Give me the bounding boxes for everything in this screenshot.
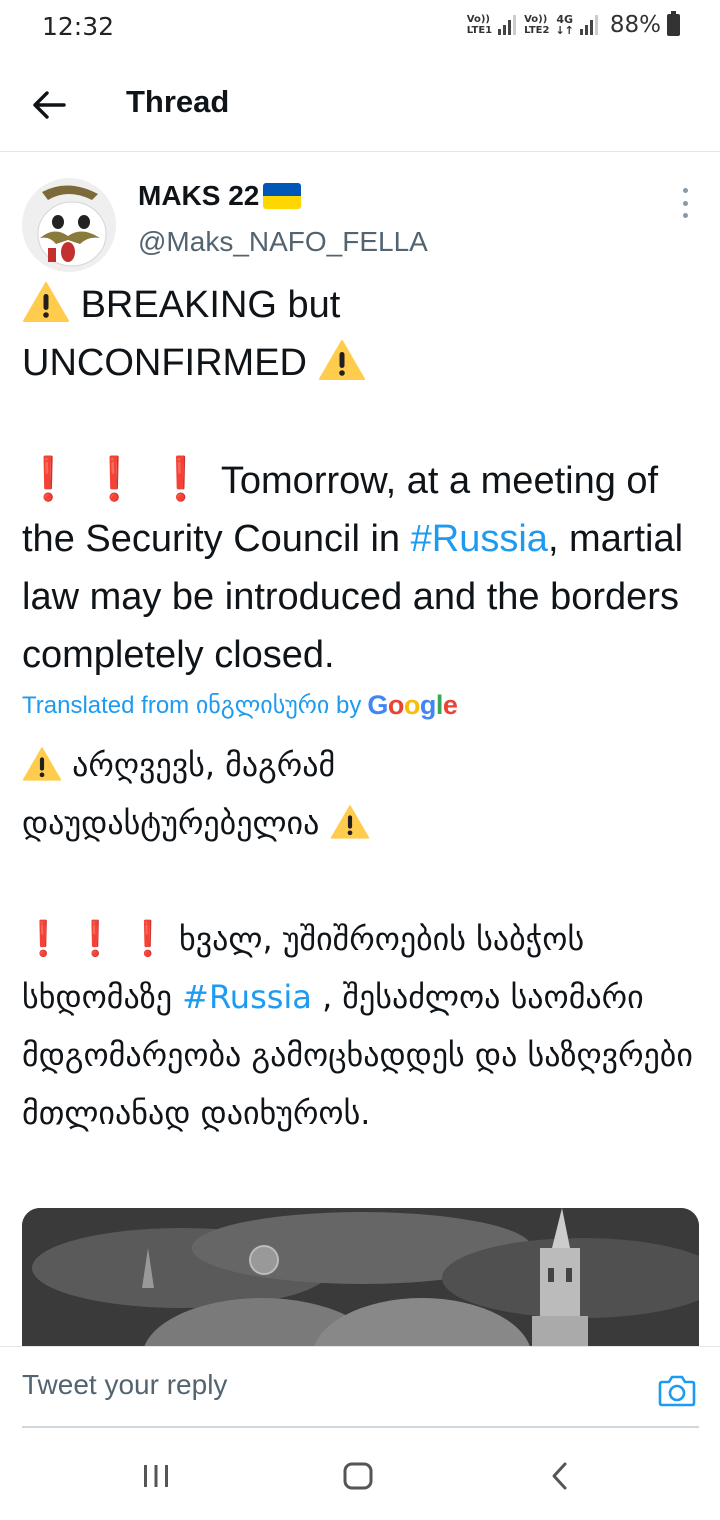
reply-divider: [22, 1426, 699, 1428]
translated-text: არღვევს, მაგრამ დაუდასტურებელია ❗ ❗ ❗ ხვალ,…: [22, 736, 702, 1142]
translated-prefix: Translated from ინგლისური by: [22, 692, 362, 719]
google-logo: Google: [367, 690, 458, 720]
more-dot: [682, 188, 688, 193]
author-name[interactable]: MAKS 22: [138, 180, 302, 212]
sim2-indicator: Vo)) LTE2: [524, 14, 550, 36]
author-name-text: MAKS 22: [138, 180, 260, 211]
page-title: Thread: [126, 84, 230, 119]
ukraine-flag-icon: [263, 183, 302, 209]
hashtag-link[interactable]: #Russia: [182, 978, 312, 1016]
avatar-image: [22, 178, 116, 272]
signal-icon: [498, 15, 517, 35]
sim1-indicator: Vo)) LTE1: [466, 14, 493, 36]
battery-percent: 88%: [609, 12, 661, 38]
camera-icon: [658, 1375, 696, 1407]
network-type-icon: 4G ↓↑: [555, 13, 574, 37]
more-dot: [682, 213, 688, 218]
author-handle[interactable]: @Maks_NAFO_FELLA: [138, 226, 428, 258]
media-photo: [22, 1208, 699, 1368]
nav-back-button[interactable]: [540, 1460, 580, 1492]
recents-icon: [144, 1465, 168, 1487]
signal-icon-2: [579, 15, 598, 35]
warning-icon: [318, 340, 365, 380]
tweet-media-image[interactable]: [22, 1208, 699, 1368]
avatar[interactable]: [22, 178, 116, 272]
exclamation-icon: ❗: [74, 919, 117, 959]
reply-bar: Tweet your reply: [0, 1346, 720, 1428]
tweet-line-1: BREAKING but: [80, 284, 341, 326]
camera-button[interactable]: [658, 1373, 696, 1407]
exclamation-icon: ❗: [22, 919, 65, 959]
status-bar: 12:32 Vo)) LTE1 Vo)) LTE2 4G ↓↑ 88%: [0, 0, 720, 56]
home-icon: [343, 1462, 373, 1490]
translated-line-1: არღვევს, მაგრამ: [72, 746, 336, 784]
more-dot: [682, 200, 688, 206]
more-options-button[interactable]: [680, 188, 690, 218]
system-nav-bar: [0, 1430, 720, 1520]
exclamation-icon: ❗: [88, 455, 141, 502]
reply-input[interactable]: Tweet your reply: [22, 1369, 227, 1401]
recents-button[interactable]: [136, 1460, 176, 1492]
home-button[interactable]: [338, 1460, 378, 1492]
exclamation-icon: ❗: [126, 919, 170, 959]
hashtag-link[interactable]: #Russia: [411, 518, 548, 560]
back-button[interactable]: [28, 84, 70, 126]
battery-icon: [667, 11, 680, 36]
exclamation-icon: ❗: [22, 455, 75, 502]
arrow-left-icon: [33, 91, 66, 119]
tweet-line-2: UNCONFIRMED: [22, 342, 307, 384]
status-icons: Vo)) LTE1 Vo)) LTE2 4G ↓↑ 88%: [466, 11, 680, 38]
warning-icon: [330, 805, 369, 839]
translated-line-2: დაუდასტურებელია: [22, 804, 320, 842]
tweet-text: BREAKING but UNCONFIRMED ❗ ❗ ❗ Tomorrow, at…: [22, 276, 702, 684]
translation-attribution[interactable]: Translated from ინგლისური by Google: [22, 690, 458, 721]
thread-header: Thread: [0, 56, 720, 152]
warning-icon: [22, 747, 62, 781]
warning-icon: [23, 282, 69, 322]
back-chevron-icon: [552, 1462, 567, 1490]
status-time: 12:32: [42, 12, 115, 41]
exclamation-icon: ❗: [154, 455, 207, 502]
